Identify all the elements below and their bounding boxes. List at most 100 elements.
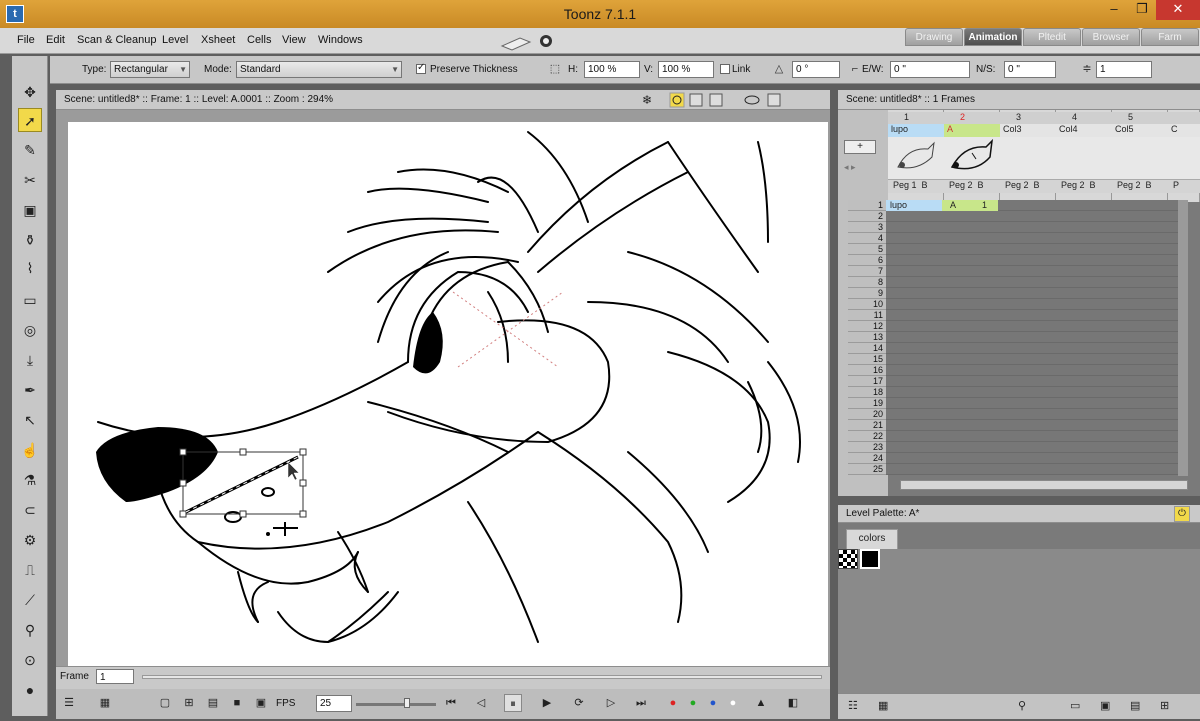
xsheet-row[interactable] [886,354,1180,365]
skeleton-tool-icon[interactable]: ⚲ [18,618,42,642]
zoom-tool-icon[interactable]: ● [18,678,42,702]
iron-tool-icon[interactable]: ⎍ [18,558,42,582]
xsheet-row[interactable] [886,255,1180,266]
preserve-thickness-checkbox[interactable] [416,62,426,74]
xsheet-grid-icon[interactable] [500,32,560,52]
tape-tool-icon[interactable]: ◎ [18,318,42,342]
palette-menu-icon[interactable]: ☷ [848,699,858,712]
animate-tool-icon[interactable]: ✥ [18,80,42,104]
drawing-canvas[interactable] [56,110,830,666]
cell-lupo-1[interactable]: lupo [886,200,942,211]
table-icon[interactable]: ▤ [204,694,222,712]
minimize-button[interactable]: – [1100,0,1128,20]
palette-new-page-icon[interactable]: ▭ [1070,699,1080,712]
swatch-transparent[interactable] [838,549,858,569]
palette-grid-icon[interactable]: ⊞ [1160,699,1169,712]
selection-tool-icon[interactable]: ➚ [18,108,42,132]
maximize-button[interactable]: ❐ [1128,0,1156,20]
paint-brush-tool-icon[interactable]: ⌇ [18,256,42,280]
mode-select[interactable]: Standard ▼ [236,61,402,78]
xsheet-vertical-scrollbar[interactable] [1178,200,1188,476]
xsheet-row[interactable] [886,244,1180,255]
room-tab-farm[interactable]: Farm [1141,28,1199,46]
viewer-options-icon[interactable]: ☰ [60,694,78,712]
column-peg[interactable]: Peg 1 B [888,179,944,193]
column-header-4[interactable]: 4 Col4 Peg 2 B [1056,110,1112,202]
xsheet-row[interactable] [886,387,1180,398]
xsheet-row[interactable] [886,310,1180,321]
menu-file[interactable]: File [17,34,35,46]
room-tab-drawing[interactable]: Drawing [905,28,963,46]
xsheet-horizontal-scrollbar[interactable] [900,480,1188,490]
xsheet-row[interactable] [886,442,1180,453]
swatch-black[interactable] [860,549,880,569]
loop-icon[interactable]: ⟳ [570,694,588,712]
green-channel-icon[interactable]: ● [684,694,702,712]
xsheet-row[interactable] [886,376,1180,387]
note-nav-icon[interactable]: ◂ ▸ [844,162,856,173]
xsheet-row[interactable] [886,211,1180,222]
add-note-button[interactable]: + [844,140,876,154]
xsheet-row[interactable] [886,398,1180,409]
xsheet-row[interactable] [886,420,1180,431]
magnet-tool-icon[interactable]: ⊂ [18,498,42,522]
menu-xsheet[interactable]: Xsheet [201,34,235,46]
menu-windows[interactable]: Windows [318,34,363,46]
room-tab-pltedit[interactable]: Pltedit [1023,28,1081,46]
xsheet-row[interactable] [886,409,1180,420]
column-peg[interactable]: Peg 2 B [1056,179,1112,193]
pause-icon[interactable]: ⏸ [504,694,522,712]
column-peg[interactable]: Peg 2 B [1000,179,1056,193]
play-icon[interactable]: ▶ [538,694,556,712]
menu-cells[interactable]: Cells [247,34,271,46]
prev-frame-icon[interactable]: ◁ [472,694,490,712]
column-header-1[interactable]: 1 lupo Peg 1 B [888,110,944,202]
compare-split-icon[interactable]: ◧ [784,694,802,712]
xsheet-row[interactable] [886,464,1180,475]
rgb-picker-tool-icon[interactable]: ✒ [18,378,42,402]
column-header-2[interactable]: 2 A Peg 2 B [944,110,1000,202]
menu-scan-cleanup[interactable]: Scan & Cleanup [77,34,157,46]
palette-save-icon[interactable]: ▤ [1130,699,1140,712]
xsheet-row[interactable] [886,233,1180,244]
pinch-tool-icon[interactable]: ☝ [18,438,42,462]
xsheet-row[interactable] [886,266,1180,277]
checkerboard-bg-icon[interactable]: ▦ [96,694,114,712]
xsheet-row[interactable] [886,332,1180,343]
xsheet-cell-grid[interactable]: 1 2 3 4 5 6 7 8 9 10 11 12 13 14 15 16 17 18 19 20 21 22 23 24 2… [848,200,1200,476]
grid-icon[interactable]: ⊞ [180,694,198,712]
column-header-6[interactable]: C P [1168,110,1200,202]
column-peg[interactable]: Peg 2 B [944,179,1000,193]
room-tab-animation[interactable]: Animation [964,28,1022,46]
pump-tool-icon[interactable]: ⚗ [18,468,42,492]
cutter-tool-icon[interactable]: ⟋ [18,588,42,612]
xsheet-row[interactable] [886,277,1180,288]
histogram-icon[interactable]: ▲ [752,694,770,712]
column-peg[interactable]: P [1168,179,1200,193]
fps-slider[interactable] [356,703,436,706]
type-tool-icon[interactable]: ▣ [18,198,42,222]
palette-key-icon[interactable]: ⚲ [1018,699,1026,712]
link-checkbox[interactable] [720,64,730,74]
ew-field[interactable]: 0 " [890,61,970,78]
xsheet-row[interactable] [886,343,1180,354]
brush-tool-icon[interactable]: ✎ [18,138,42,162]
control-point-editor-icon[interactable]: ↖ [18,408,42,432]
menu-edit[interactable]: Edit [46,34,65,46]
camera-bg-icon[interactable]: ▣ [252,694,270,712]
frame-slider[interactable] [142,675,822,679]
palette-new-style-icon[interactable]: ▣ [1100,699,1110,712]
fps-field[interactable]: 25 [316,695,352,712]
blue-channel-icon[interactable]: ● [704,694,722,712]
ns-field[interactable]: 0 " [1004,61,1056,78]
geometric-tool-icon[interactable]: ✂ [18,168,42,192]
frame-field[interactable]: 1 [96,669,134,684]
white-bg-icon[interactable]: ▢ [156,694,174,712]
thickness-field[interactable]: 1 [1096,61,1152,78]
column-peg[interactable]: Peg 2 B [1112,179,1168,193]
xsheet-row[interactable] [886,222,1180,233]
menu-view[interactable]: View [282,34,306,46]
close-button[interactable]: ✕ [1156,0,1200,20]
xsheet-row[interactable] [886,431,1180,442]
xsheet-row[interactable] [886,299,1180,310]
